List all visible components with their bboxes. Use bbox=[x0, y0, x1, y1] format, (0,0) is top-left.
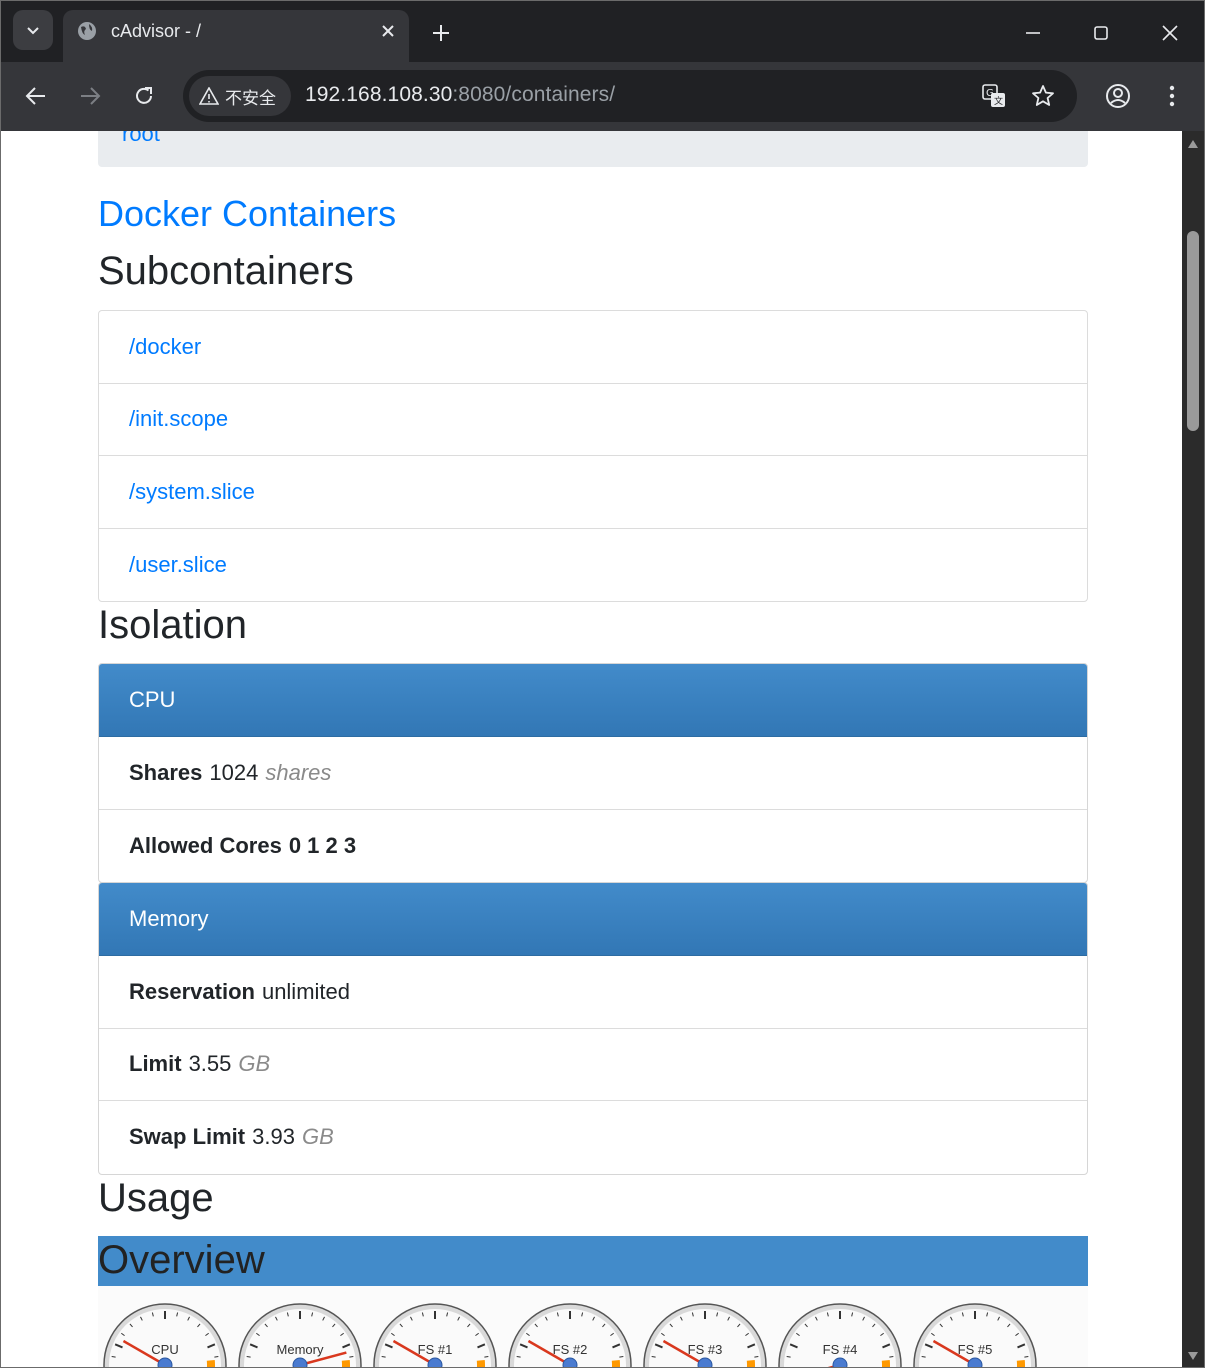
forward-button[interactable] bbox=[72, 78, 108, 114]
back-button[interactable] bbox=[18, 78, 54, 114]
gauge-label: FS #3 bbox=[688, 1342, 723, 1357]
usage-heading: Usage bbox=[98, 1176, 214, 1220]
account-icon bbox=[1106, 84, 1130, 108]
swap-unit: GB bbox=[301, 1124, 334, 1150]
gauge-dial: FS #1 bbox=[373, 1303, 497, 1367]
security-indicator[interactable]: 不安全 bbox=[189, 76, 291, 116]
gauge-dial: FS #5 bbox=[913, 1303, 1037, 1367]
gauge-label: Memory bbox=[277, 1342, 324, 1357]
gauge-label: FS #5 bbox=[958, 1342, 993, 1357]
close-icon bbox=[1162, 25, 1178, 41]
browser-window: cAdvisor - / 不安全 192.168.108.30:8080/con… bbox=[0, 0, 1205, 1368]
reservation-value: unlimited bbox=[261, 978, 350, 1004]
gauge-label: FS #4 bbox=[823, 1342, 858, 1357]
memory-panel: Memory Reservation unlimited Limit 3.55 … bbox=[98, 882, 1088, 1175]
overview-heading: Overview bbox=[98, 1238, 265, 1282]
memory-swap-row: Swap Limit 3.93 GB bbox=[99, 1101, 1087, 1174]
profile-button[interactable] bbox=[1100, 78, 1136, 114]
scroll-thumb[interactable] bbox=[1187, 231, 1199, 431]
cpu-shares-row: Shares 1024 shares bbox=[99, 737, 1087, 810]
address-bar[interactable]: 不安全 192.168.108.30:8080/containers/ G文 bbox=[183, 70, 1077, 122]
breadcrumb-root-link[interactable]: root bbox=[122, 131, 160, 147]
limit-value: 3.55 bbox=[188, 1051, 232, 1077]
subcontainer-link[interactable]: /user.slice bbox=[99, 529, 1087, 602]
swap-label: Swap Limit bbox=[129, 1124, 246, 1150]
minimize-button[interactable] bbox=[1015, 15, 1051, 51]
translate-button[interactable]: G文 bbox=[978, 80, 1010, 112]
url-path: :8080/containers/ bbox=[452, 83, 616, 106]
docker-containers-link[interactable]: Docker Containers bbox=[98, 193, 396, 235]
shares-label: Shares bbox=[129, 759, 203, 785]
reload-button[interactable] bbox=[126, 78, 162, 114]
bookmark-button[interactable] bbox=[1027, 80, 1059, 112]
gauges-area: CPU Memory FS #1 FS #2 FS #3 FS #4 FS #5 bbox=[98, 1286, 1088, 1367]
subcontainers-heading: Subcontainers bbox=[98, 249, 354, 293]
security-label: 不安全 bbox=[225, 88, 276, 108]
close-icon bbox=[382, 25, 394, 37]
translate-icon: G文 bbox=[982, 84, 1005, 107]
gauge-label: CPU bbox=[151, 1342, 178, 1357]
subcontainer-link[interactable]: /system.slice bbox=[99, 456, 1087, 529]
scroll-down-button[interactable] bbox=[1186, 1349, 1200, 1363]
memory-reservation-row: Reservation unlimited bbox=[99, 956, 1087, 1029]
cpu-cores-row: Allowed Cores 0 1 2 3 bbox=[99, 810, 1087, 883]
gauge-dial: FS #4 bbox=[778, 1303, 902, 1367]
svg-text:文: 文 bbox=[994, 95, 1003, 107]
scroll-up-button[interactable] bbox=[1186, 137, 1200, 151]
tab-title: cAdvisor - / bbox=[111, 21, 202, 41]
arrow-left-icon bbox=[25, 87, 45, 105]
more-vertical-icon bbox=[1169, 85, 1175, 107]
title-bar: cAdvisor - / bbox=[1, 1, 1204, 62]
overview-bar: Overview bbox=[98, 1236, 1088, 1286]
subcontainer-link[interactable]: /init.scope bbox=[99, 384, 1087, 456]
url-text[interactable]: 192.168.108.30:8080/containers/ bbox=[305, 83, 615, 107]
svg-text:G: G bbox=[986, 88, 994, 99]
swap-value: 3.93 bbox=[252, 1124, 295, 1150]
globe-icon bbox=[78, 22, 96, 40]
gauge-dial: FS #3 bbox=[643, 1303, 767, 1367]
gauge-dial: CPU bbox=[103, 1303, 227, 1367]
plus-icon bbox=[433, 25, 449, 41]
shares-value: 1024 bbox=[209, 759, 259, 785]
reservation-label: Reservation bbox=[129, 978, 255, 1004]
cores-value: 0 1 2 3 bbox=[288, 832, 357, 858]
cores-label: Allowed Cores bbox=[129, 832, 282, 858]
breadcrumb: root bbox=[98, 131, 1088, 167]
warning-icon bbox=[199, 87, 219, 105]
tab-close-button[interactable] bbox=[377, 20, 399, 42]
memory-panel-heading: Memory bbox=[99, 883, 1087, 956]
triangle-down-icon bbox=[1188, 1352, 1198, 1360]
shares-unit: shares bbox=[265, 759, 332, 785]
browser-toolbar: 不安全 192.168.108.30:8080/containers/ G文 bbox=[1, 62, 1204, 131]
limit-label: Limit bbox=[129, 1051, 182, 1077]
vertical-scrollbar[interactable] bbox=[1182, 131, 1204, 1367]
maximize-icon bbox=[1094, 26, 1108, 40]
cpu-panel: CPU Shares 1024 shares Allowed Cores 0 1… bbox=[98, 663, 1088, 883]
gauge-dial: Memory bbox=[238, 1303, 362, 1367]
minimize-icon bbox=[1026, 32, 1040, 34]
maximize-button[interactable] bbox=[1083, 15, 1119, 51]
subcontainer-link[interactable]: /docker bbox=[99, 311, 1087, 384]
close-window-button[interactable] bbox=[1152, 15, 1188, 51]
new-tab-button[interactable] bbox=[427, 19, 455, 47]
url-host: 192.168.108.30 bbox=[305, 83, 453, 106]
limit-unit: GB bbox=[238, 1051, 271, 1077]
isolation-heading: Isolation bbox=[98, 603, 247, 647]
page-viewport: root Docker Containers Subcontainers /do… bbox=[1, 131, 1182, 1367]
gauge-dial: FS #2 bbox=[508, 1303, 632, 1367]
memory-limit-row: Limit 3.55 GB bbox=[99, 1029, 1087, 1101]
triangle-up-icon bbox=[1188, 140, 1198, 148]
cpu-panel-heading: CPU bbox=[99, 664, 1087, 737]
subcontainers-list: /docker /init.scope /system.slice /user.… bbox=[98, 310, 1088, 602]
star-icon bbox=[1032, 85, 1054, 106]
browser-tab[interactable]: cAdvisor - / bbox=[63, 10, 409, 62]
chevron-down-icon bbox=[27, 27, 39, 35]
reload-icon bbox=[136, 87, 152, 104]
arrow-right-icon bbox=[81, 87, 101, 105]
menu-button[interactable] bbox=[1154, 78, 1190, 114]
gauge-label: FS #1 bbox=[418, 1342, 453, 1357]
tab-search-button[interactable] bbox=[13, 10, 53, 50]
gauge-label: FS #2 bbox=[553, 1342, 588, 1357]
